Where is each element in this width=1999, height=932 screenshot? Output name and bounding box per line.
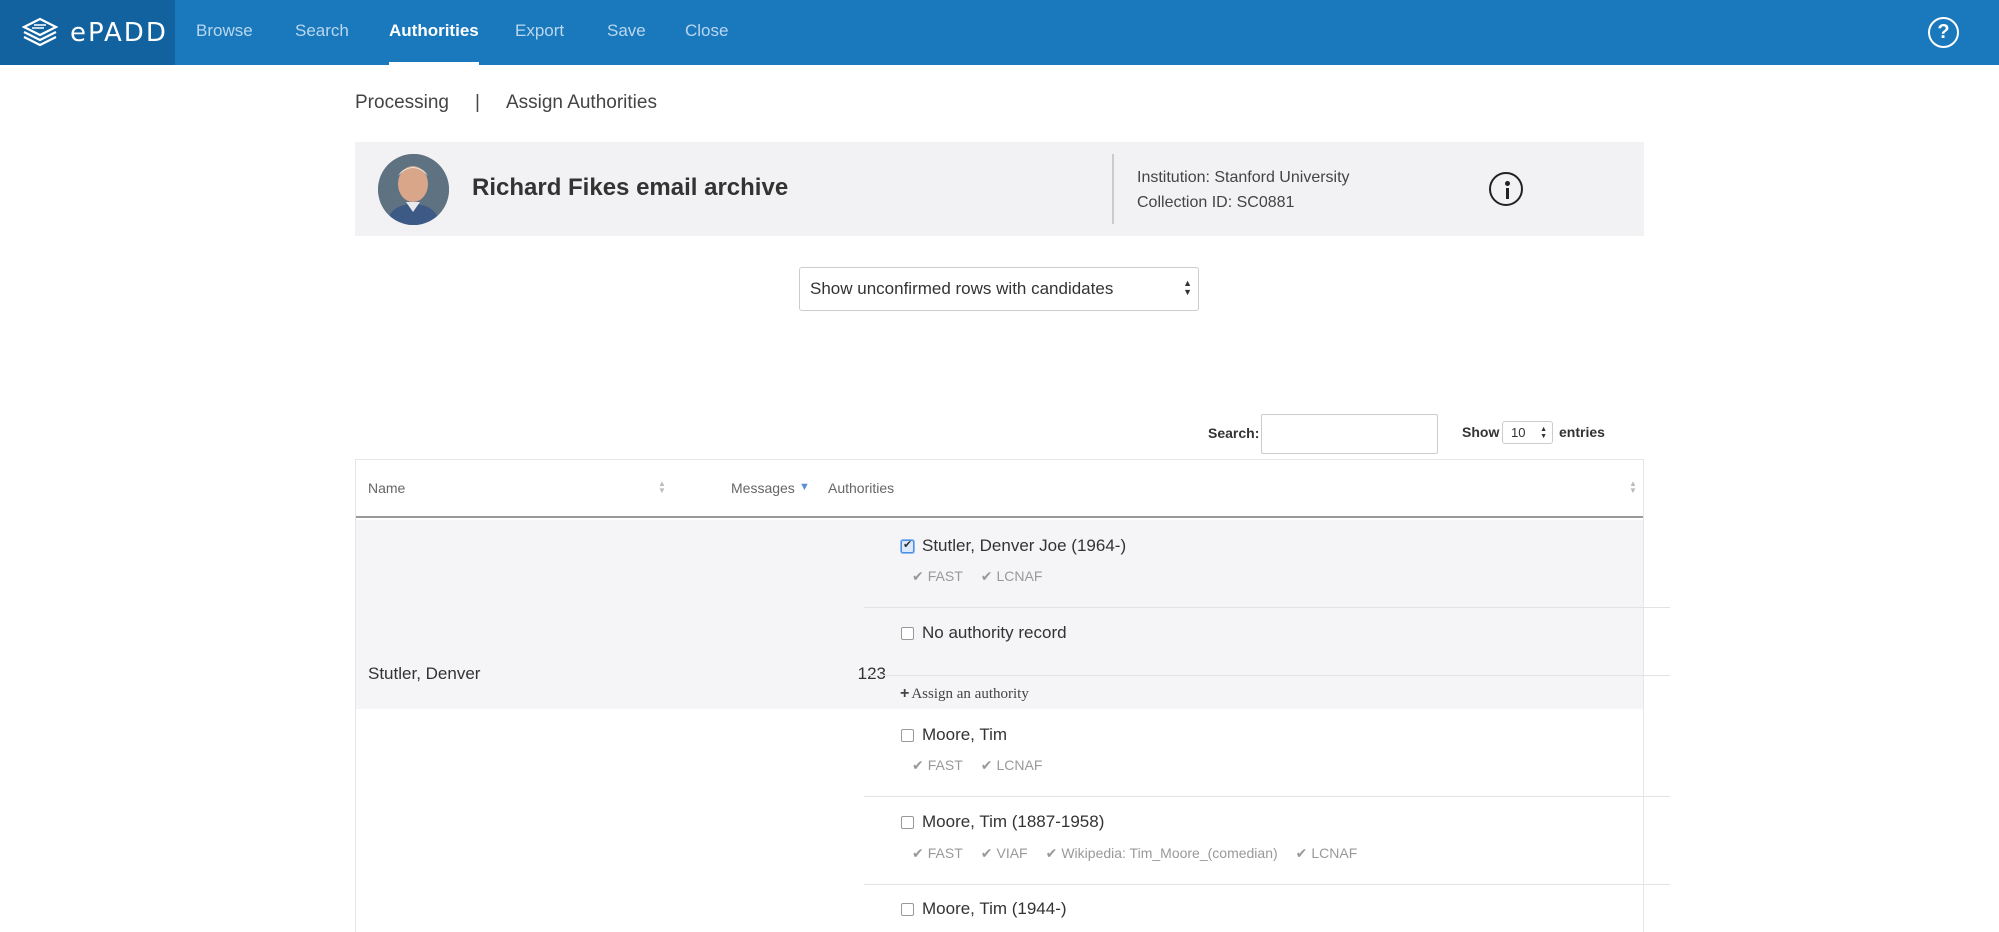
source-link[interactable]: ✔ LCNAF [981,757,1043,774]
candidate-option[interactable]: Moore, Tim (1887-1958) [901,812,1104,832]
source-link[interactable]: ✔ FAST [912,845,963,862]
table-header: Name ▲ ▼ Messages ▼ Authorities ▲ ▼ [356,460,1643,518]
candidate-label: Moore, Tim (1887-1958) [922,812,1105,831]
source-link[interactable]: ✔ LCNAF [1296,845,1358,862]
candidate-label: No authority record [922,623,1067,642]
authorities-table: Name ▲ ▼ Messages ▼ Authorities ▲ ▼ Stutle… [355,459,1670,932]
check-icon: ✔ [912,568,924,584]
check-icon: ✔ [980,845,993,861]
table-search-input[interactable] [1261,414,1438,454]
sort-icon[interactable]: ▲ ▼ [658,480,666,495]
row-message-count: 123 [857,664,886,683]
sort-desc-icon[interactable]: ▼ [799,482,810,493]
breadcrumb-separator: | [475,92,480,113]
divider [864,675,1670,676]
archive-meta: Institution: Stanford University Collect… [1137,165,1350,215]
search-label: Search: [1208,425,1260,441]
checkbox[interactable] [901,728,914,742]
help-icon[interactable]: ? [1928,17,1959,48]
nav-export[interactable]: Export [515,0,564,65]
select-arrows-icon: ▲ ▼ [1183,278,1192,297]
candidate-label: Moore, Tim (1944-) [922,899,1067,918]
archive-header-card: Richard Fikes email archive Institution:… [355,142,1644,236]
source-link[interactable]: ✔ LCNAF [981,568,1043,585]
candidate-option[interactable]: Stutler, Denver Joe (1964-) [901,536,1126,556]
nav-search[interactable]: Search [295,0,349,65]
table-row: Stutler, Denver 123 Stutler, Denver Joe … [356,520,1670,709]
logo-icon [21,17,59,46]
source-link[interactable]: ✔ FAST [912,568,963,585]
top-navbar: ePADD Browse Search Authorities Export S… [0,0,1999,65]
breadcrumb-processing[interactable]: Processing [355,92,449,114]
nav-authorities[interactable]: Authorities [389,0,479,65]
candidate-label: Stutler, Denver Joe (1964-) [922,536,1127,555]
info-icon[interactable] [1489,172,1523,206]
candidate-label: Moore, Tim [922,725,1008,744]
candidate-option[interactable]: Moore, Tim [901,725,1007,745]
check-icon: ✔ [912,845,924,861]
col-header-authorities[interactable]: Authorities [828,480,894,496]
institution-text: Institution: Stanford University [1137,169,1350,186]
candidate-sources: ✔ FAST ✔ LCNAF [912,757,1060,774]
plus-icon: + [900,685,910,702]
check-icon: ✔ [1045,845,1058,861]
divider [1112,154,1114,224]
checkbox[interactable] [901,626,914,640]
check-icon: ✔ [1295,845,1308,861]
divider [864,884,1670,885]
source-link[interactable]: ✔ FAST [912,757,963,774]
checkbox-checked[interactable] [901,538,914,553]
assign-authority-link[interactable]: + Assign an authority [900,685,1029,703]
row-name: Stutler, Denver [368,664,481,683]
candidate-sources: ✔ FAST ✔ VIAF ✔ Wikipedia: Tim_Moore_(comed… [912,845,1375,862]
check-icon: ✔ [912,757,924,773]
entries-label: entries [1559,424,1605,440]
filter-select-value: Show unconfirmed rows with candidates [810,279,1114,298]
checkbox[interactable] [901,815,914,829]
archive-title: Richard Fikes email archive [472,174,789,201]
checkbox[interactable] [901,902,914,916]
show-label: Show [1462,424,1500,440]
nav-browse[interactable]: Browse [196,0,253,65]
entries-select-value: 10 [1511,425,1526,440]
avatar [378,154,449,225]
breadcrumb-current: Assign Authorities [505,92,657,113]
entries-select[interactable]: 10 ▲ ▼ [1502,421,1553,444]
col-header-name[interactable]: Name [368,480,405,496]
breadcrumb: Processing | Assign Authorities [355,92,657,114]
nav-close[interactable]: Close [685,0,728,65]
logo-text: ePADD [70,17,168,48]
col-header-messages[interactable]: Messages [731,480,795,496]
filter-select[interactable]: Show unconfirmed rows with candidates ▲ ▼ [799,267,1199,311]
collection-id-text: Collection ID: SC0881 [1137,194,1295,211]
check-icon: ✔ [980,568,993,584]
divider [864,607,1670,608]
source-link[interactable]: ✔ Wikipedia: Tim_Moore_(comedian) [1046,845,1278,862]
candidate-option[interactable]: Moore, Tim (1944-) [901,899,1067,919]
source-link[interactable]: ✔ VIAF [981,845,1028,862]
select-arrows-icon: ▲ ▼ [1540,426,1547,440]
nav-save[interactable]: Save [607,0,646,65]
logo[interactable]: ePADD [0,0,175,65]
candidate-sources: ✔ FAST ✔ LCNAF [912,568,1060,585]
divider [864,796,1670,797]
check-icon: ✔ [980,757,993,773]
sort-icon[interactable]: ▲ ▼ [1629,480,1637,495]
candidate-option[interactable]: No authority record [901,623,1067,643]
